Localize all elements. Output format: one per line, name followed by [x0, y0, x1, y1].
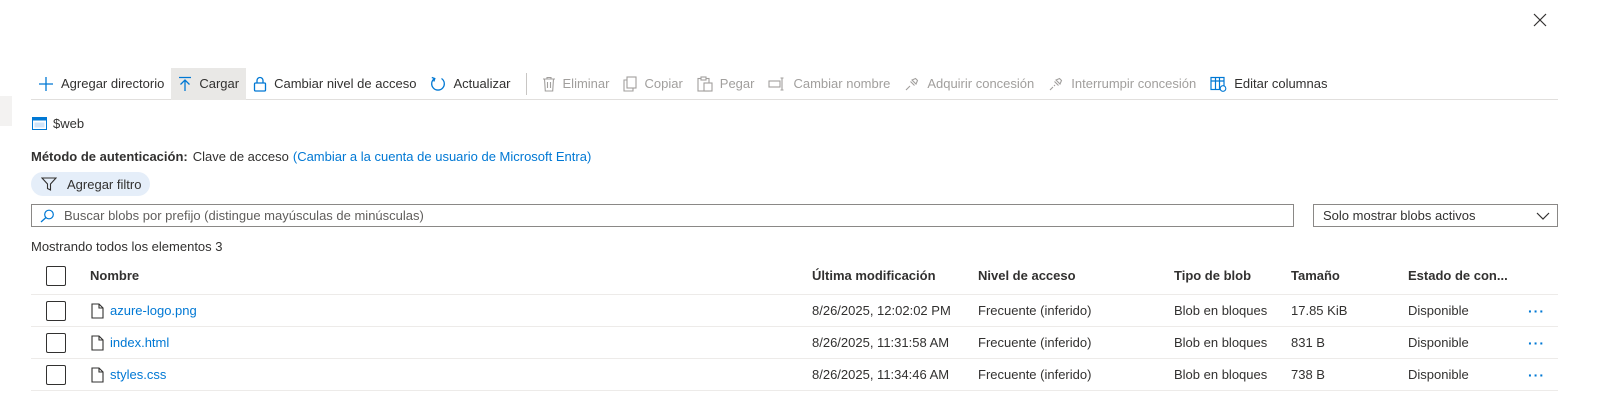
break-lease-label: Interrumpir concesión [1071, 76, 1197, 91]
rename-button[interactable]: Cambiar nombre [761, 68, 897, 100]
blob-access-tier: Frecuente (inferido) [978, 303, 1092, 318]
column-header-access-tier[interactable]: Nivel de acceso [978, 268, 1076, 283]
paste-label: Pegar [719, 76, 755, 91]
change-access-tier-button[interactable]: Cambiar nivel de acceso [246, 68, 423, 100]
search-box [31, 204, 1294, 227]
blob-access-tier: Frecuente (inferido) [978, 335, 1092, 350]
file-icon [91, 366, 104, 383]
column-header-lease-state[interactable]: Estado de con... [1408, 268, 1508, 283]
row-checkbox[interactable] [46, 332, 66, 353]
switch-auth-link[interactable]: (Cambiar a la cuenta de usuario de Micro… [293, 149, 591, 164]
select-all-checkbox[interactable] [46, 265, 66, 286]
blob-name-link[interactable]: azure-logo.png [110, 303, 197, 318]
blob-lease-state: Disponible [1408, 367, 1469, 382]
search-icon [40, 209, 54, 222]
table-row[interactable]: index.html 8/26/2025, 11:31:58 AM Frecue… [31, 327, 1558, 359]
search-input[interactable] [64, 208, 1264, 223]
copy-button[interactable]: Copiar [616, 68, 689, 100]
blob-size: 738 B [1291, 367, 1325, 382]
chevron-down-icon [1536, 212, 1550, 220]
lease-icon [905, 77, 919, 90]
table-row[interactable]: styles.css 8/26/2025, 11:34:46 AM Frecue… [31, 359, 1558, 391]
dropdown-selected-value: Solo mostrar blobs activos [1323, 208, 1476, 223]
refresh-label: Actualizar [453, 76, 511, 91]
blob-state-dropdown[interactable]: Solo mostrar blobs activos [1313, 204, 1558, 227]
blob-size: 831 B [1291, 335, 1325, 350]
table-row[interactable]: azure-logo.png 8/26/2025, 12:02:02 PM Fr… [31, 295, 1558, 327]
delete-button[interactable]: Eliminar [535, 68, 617, 100]
close-icon [1533, 13, 1547, 27]
upload-icon [179, 76, 192, 91]
auth-method-label: Método de autenticación: [31, 148, 188, 164]
lock-icon [253, 76, 267, 92]
rename-icon [768, 76, 784, 91]
toolbar-divider [525, 72, 527, 95]
blob-type: Blob en bloques [1174, 303, 1268, 318]
blob-modified: 8/26/2025, 11:31:58 AM [812, 335, 950, 350]
upload-label: Cargar [199, 76, 240, 91]
blob-access-tier: Frecuente (inferido) [978, 367, 1092, 382]
more-actions-button[interactable]: ··· [1528, 335, 1545, 351]
refresh-button[interactable]: Actualizar [423, 68, 517, 100]
column-header-size[interactable]: Tamaño [1291, 268, 1340, 283]
blob-name-link[interactable]: styles.css [110, 367, 166, 382]
break-lease-button[interactable]: Interrumpir concesión [1041, 68, 1203, 100]
trash-icon [542, 76, 555, 92]
left-panel-edge [0, 96, 12, 126]
rename-label: Cambiar nombre [793, 76, 891, 91]
blob-type: Blob en bloques [1174, 367, 1268, 382]
add-filter-button[interactable]: Agregar filtro [31, 172, 151, 196]
file-icon [91, 334, 104, 351]
command-bar: Agregar directorio Cargar Cambiar nivel … [31, 67, 1558, 100]
close-button[interactable] [1530, 10, 1550, 30]
item-count: Mostrando todos los elementos 3 [31, 238, 223, 254]
acquire-lease-label: Adquirir concesión [927, 76, 1035, 91]
row-checkbox[interactable] [46, 364, 66, 385]
table-header-row: Nombre Última modificación Nivel de acce… [31, 257, 1558, 295]
add-directory-button[interactable]: Agregar directorio [31, 68, 171, 100]
add-directory-label: Agregar directorio [61, 76, 165, 91]
file-icon [91, 302, 104, 319]
container-icon [32, 116, 47, 130]
paste-button[interactable]: Pegar [690, 68, 762, 100]
container-breadcrumb: $web [32, 114, 84, 132]
row-checkbox[interactable] [46, 300, 66, 321]
edit-columns-label: Editar columnas [1234, 76, 1328, 91]
blob-table: Nombre Última modificación Nivel de acce… [31, 257, 1558, 391]
paste-icon [697, 75, 713, 92]
auth-method: Método de autenticación: Clave de acceso… [31, 147, 591, 165]
more-actions-button[interactable]: ··· [1528, 303, 1545, 319]
refresh-icon [431, 76, 446, 91]
more-actions-button[interactable]: ··· [1528, 367, 1545, 383]
blob-size: 17.85 KiB [1291, 303, 1348, 318]
columns-icon [1210, 76, 1227, 92]
column-header-modified[interactable]: Última modificación [812, 268, 936, 283]
blob-name-link[interactable]: index.html [110, 335, 169, 350]
copy-icon [623, 75, 638, 92]
edit-columns-button[interactable]: Editar columnas [1203, 68, 1334, 100]
blob-lease-state: Disponible [1408, 303, 1469, 318]
column-header-name[interactable]: Nombre [90, 268, 139, 283]
delete-label: Eliminar [562, 76, 610, 91]
blob-modified: 8/26/2025, 11:34:46 AM [812, 367, 950, 382]
blob-lease-state: Disponible [1408, 335, 1469, 350]
container-name: $web [53, 115, 85, 131]
plus-icon [39, 76, 53, 91]
blob-modified: 8/26/2025, 12:02:02 PM [812, 303, 951, 318]
column-header-blob-type[interactable]: Tipo de blob [1174, 268, 1251, 283]
break-lease-icon [1049, 77, 1063, 90]
blob-type: Blob en bloques [1174, 335, 1268, 350]
add-filter-label: Agregar filtro [67, 176, 142, 192]
filter-icon [41, 177, 57, 191]
upload-button[interactable]: Cargar [171, 67, 247, 100]
change-access-tier-label: Cambiar nivel de acceso [274, 76, 417, 91]
copy-label: Copiar [644, 76, 683, 91]
auth-method-value: Clave de acceso [192, 148, 289, 164]
acquire-lease-button[interactable]: Adquirir concesión [897, 68, 1041, 100]
